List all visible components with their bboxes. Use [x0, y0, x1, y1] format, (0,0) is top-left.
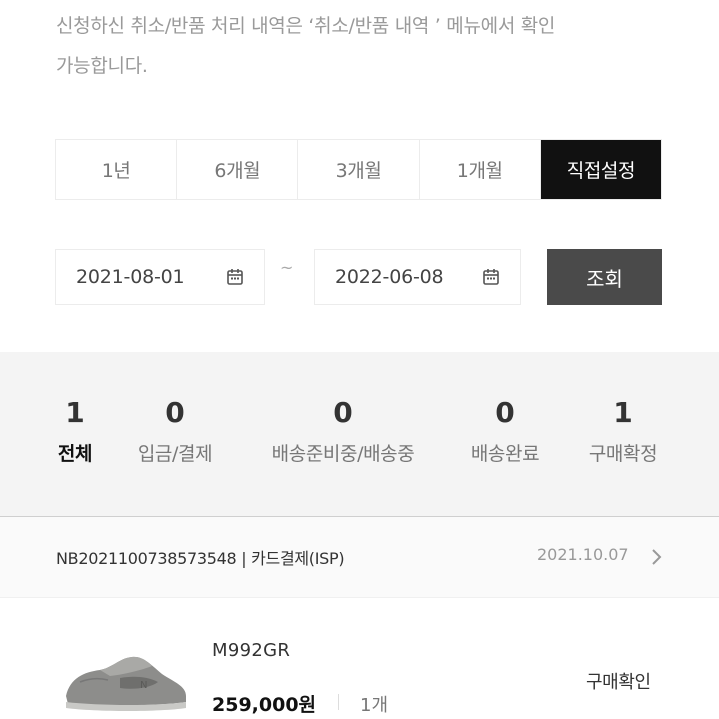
order-status: 구매확인 — [586, 672, 651, 693]
calendar-icon[interactable] — [482, 268, 500, 286]
date-range-separator: ~ — [280, 258, 294, 277]
order-date: 2021.10.07 — [537, 545, 629, 564]
stat-count: 0 — [495, 396, 515, 429]
stat-count: 0 — [165, 396, 185, 429]
notice-line-2: 가능합니다. — [56, 55, 148, 77]
stat-label: 입금/결제 — [137, 443, 213, 465]
stat-label: 배송준비중/배송중 — [271, 443, 415, 465]
tab-6-months[interactable]: 6개월 — [177, 140, 299, 199]
period-filter-tabs: 1년 6개월 3개월 1개월 직접설정 — [55, 139, 662, 200]
tab-3-months[interactable]: 3개월 — [298, 140, 420, 199]
stat-label: 전체 — [57, 443, 93, 465]
notice-line-1: 신청하신 취소/반품 처리 내역은 ‘취소/반품 내역 ’ 메뉴에서 확인 — [56, 15, 556, 37]
stat-count: 1 — [613, 396, 633, 429]
stat-shipping[interactable]: 0 배송준비중/배송중 — [272, 352, 415, 466]
end-date-field[interactable]: 2022-06-08 — [314, 249, 521, 305]
product-name: M992GR — [212, 640, 291, 661]
order-header[interactable]: NB2021100738573548 | 카드결제(ISP) 2021.10.0… — [0, 517, 719, 598]
stat-count: 0 — [333, 396, 353, 429]
stat-label: 구매확정 — [588, 443, 658, 465]
search-button[interactable]: 조회 — [547, 249, 662, 305]
tab-1-year[interactable]: 1년 — [56, 140, 178, 199]
product-quantity: 1개 — [360, 695, 389, 716]
start-date-field[interactable]: 2021-08-01 — [55, 249, 265, 305]
order-number: NB2021100738573548 — [56, 549, 237, 568]
tab-custom-range[interactable]: 직접설정 — [540, 140, 662, 199]
chevron-right-icon[interactable] — [648, 545, 666, 569]
order-number-line: NB2021100738573548 | 카드결제(ISP) — [56, 545, 345, 569]
stat-all[interactable]: 1 전체 — [57, 352, 93, 466]
payment-method: 카드결제(ISP) — [251, 549, 345, 568]
product-price: 259,000원 — [212, 694, 317, 716]
svg-text:N: N — [140, 680, 147, 691]
stat-label: 배송완료 — [470, 443, 540, 465]
stat-payment[interactable]: 0 입금/결제 — [137, 352, 213, 466]
calendar-icon[interactable] — [226, 268, 244, 286]
stat-delivered[interactable]: 0 배송완료 — [470, 352, 540, 466]
tab-1-month[interactable]: 1개월 — [420, 140, 541, 199]
order-status-summary: 1 전체 0 입금/결제 0 배송준비중/배송중 0 배송완료 1 구매확정 — [0, 352, 719, 517]
order-divider: | — [241, 549, 252, 568]
stat-confirmed[interactable]: 1 구매확정 — [588, 352, 658, 466]
stat-count: 1 — [65, 396, 85, 429]
notice-text: 신청하신 취소/반품 처리 내역은 ‘취소/반품 내역 ’ 메뉴에서 확인 가능… — [56, 6, 676, 86]
start-date-value: 2021-08-01 — [76, 266, 185, 288]
order-item[interactable]: N M992GR 259,000원 1개 구매확인 — [0, 598, 719, 719]
product-image[interactable]: N — [60, 648, 190, 714]
end-date-value: 2022-06-08 — [335, 266, 444, 288]
price-quantity-divider — [338, 694, 339, 710]
